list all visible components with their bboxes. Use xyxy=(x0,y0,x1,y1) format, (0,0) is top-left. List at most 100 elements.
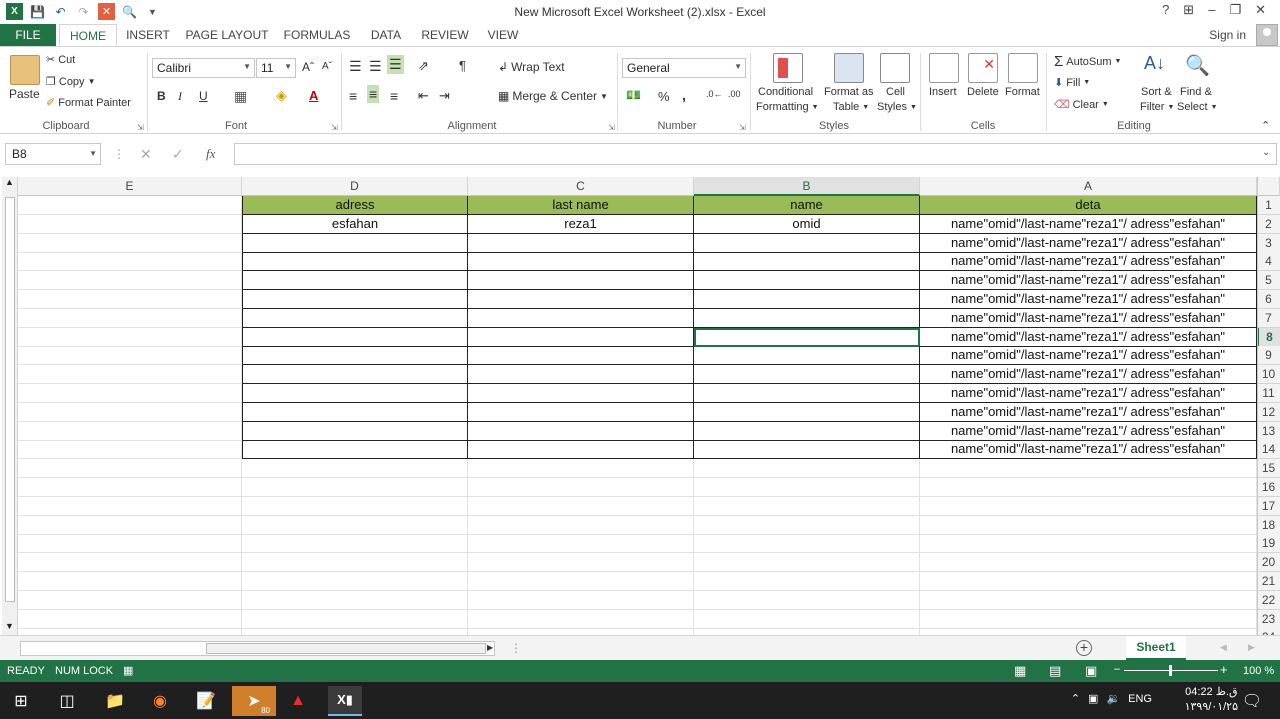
close-button[interactable]: ✕ xyxy=(1255,2,1266,18)
cell-c13[interactable] xyxy=(468,421,694,441)
decrease-indent-icon[interactable]: ⇤ xyxy=(418,88,429,104)
column-header-a[interactable]: A xyxy=(920,177,1257,196)
cell-d22[interactable] xyxy=(242,590,468,610)
help-button[interactable]: ? xyxy=(1162,2,1169,18)
row-header-17[interactable]: 17 xyxy=(1257,496,1280,516)
cell-d1[interactable]: adress xyxy=(242,196,468,215)
row-header-15[interactable]: 15 xyxy=(1257,459,1280,479)
alignment-launcher-icon[interactable]: ⇲ xyxy=(608,123,615,132)
normal-view-icon[interactable]: ▦ xyxy=(1014,663,1026,679)
cell-c3[interactable] xyxy=(468,233,694,253)
cell-d7[interactable] xyxy=(242,308,468,328)
cell-e16[interactable] xyxy=(18,478,242,497)
row-header-7[interactable]: 7 xyxy=(1257,308,1280,328)
cell-c9[interactable] xyxy=(468,346,694,366)
next-sheet-icon[interactable]: ▶ xyxy=(1248,642,1255,653)
clear-button[interactable]: ⌫ Clear ▼ xyxy=(1054,98,1109,112)
cell-e14[interactable] xyxy=(18,440,242,460)
row-header-16[interactable]: 16 xyxy=(1257,478,1280,497)
format-as-table-button[interactable]: Format as xyxy=(824,86,874,98)
ribbon-display-options-button[interactable]: ⊞ xyxy=(1183,2,1194,18)
cell-b2[interactable]: omid xyxy=(694,214,920,234)
cell-c1[interactable]: last name xyxy=(468,196,694,215)
cell-b14[interactable] xyxy=(694,440,920,460)
cell-b4[interactable] xyxy=(694,252,920,272)
cell-d15[interactable] xyxy=(242,459,468,479)
cell-e1[interactable] xyxy=(18,196,242,215)
cell-b8[interactable] xyxy=(694,327,920,347)
cell-c15[interactable] xyxy=(468,459,694,479)
cell-d14[interactable] xyxy=(242,440,468,460)
cell-a7[interactable]: name"omid"/last-name"reza1"/ adress"esfa… xyxy=(920,308,1257,328)
firefox-icon[interactable]: ◉ xyxy=(145,686,175,716)
scroll-up-icon[interactable]: ▲ xyxy=(5,177,14,187)
align-middle-icon[interactable]: ☰ xyxy=(369,58,382,75)
cell-b23[interactable] xyxy=(694,609,920,629)
row-header-22[interactable]: 22 xyxy=(1257,590,1280,610)
find-select-button[interactable]: Find & xyxy=(1180,86,1212,98)
cell-b13[interactable] xyxy=(694,421,920,441)
undo-icon[interactable]: ↶ xyxy=(52,3,69,20)
cell-e18[interactable] xyxy=(18,515,242,535)
cut-button[interactable]: ✂ Cut xyxy=(46,53,75,67)
cell-b18[interactable] xyxy=(694,515,920,535)
cell-d5[interactable] xyxy=(242,271,468,291)
insert-cells-icon[interactable] xyxy=(929,53,959,83)
cell-a11[interactable]: name"omid"/last-name"reza1"/ adress"esfa… xyxy=(920,384,1257,403)
comma-button[interactable]: , xyxy=(682,87,686,103)
cell-e24[interactable] xyxy=(18,628,242,635)
insert-button[interactable]: Insert xyxy=(929,86,957,98)
fill-color-icon[interactable]: ◈ xyxy=(276,87,287,104)
excel-taskbar-icon[interactable]: X▮ xyxy=(328,686,362,716)
scroll-down-icon[interactable]: ▼ xyxy=(5,621,14,631)
tab-page-layout[interactable]: PAGE LAYOUT xyxy=(184,24,270,46)
cell-e4[interactable] xyxy=(18,252,242,272)
cell-b22[interactable] xyxy=(694,590,920,610)
cell-a17[interactable] xyxy=(920,496,1257,516)
formula-bar-options-icon[interactable]: ⋮ xyxy=(113,147,125,161)
column-header-d[interactable]: D xyxy=(242,177,468,196)
number-launcher-icon[interactable]: ⇲ xyxy=(739,123,746,132)
telegram-icon[interactable]: ➤ 80 xyxy=(232,686,276,716)
paste-button[interactable]: Paste xyxy=(9,87,40,101)
increase-decimal-icon[interactable]: .0← xyxy=(706,89,723,99)
cell-e12[interactable] xyxy=(18,402,242,422)
cell-c20[interactable] xyxy=(468,553,694,573)
tab-split-handle[interactable]: ⋮ xyxy=(510,641,522,655)
cell-b16[interactable] xyxy=(694,478,920,497)
enter-icon[interactable]: ✓ xyxy=(172,146,184,163)
cell-e5[interactable] xyxy=(18,271,242,291)
name-box[interactable]: B8 ▼ xyxy=(5,143,101,165)
cell-e11[interactable] xyxy=(18,384,242,403)
column-header-e[interactable]: E xyxy=(18,177,242,196)
row-header-19[interactable]: 19 xyxy=(1257,534,1280,554)
conditional-formatting-button[interactable]: Conditional xyxy=(758,86,813,98)
accounting-format-icon[interactable]: 💵 xyxy=(626,88,641,102)
percent-button[interactable]: % xyxy=(658,89,670,104)
cell-b19[interactable] xyxy=(694,534,920,554)
cell-c14[interactable] xyxy=(468,440,694,460)
action-center-icon[interactable]: 🗨 xyxy=(1237,686,1267,716)
zoom-in-button[interactable]: + xyxy=(1220,662,1228,677)
insert-function-button[interactable]: fx xyxy=(206,146,215,162)
zoom-slider-thumb[interactable] xyxy=(1169,665,1172,676)
cell-d6[interactable] xyxy=(242,290,468,309)
language-indicator[interactable]: ENG xyxy=(1128,693,1152,705)
format-as-table-icon[interactable] xyxy=(834,53,864,83)
clipboard-launcher-icon[interactable]: ⇲ xyxy=(137,123,144,132)
sort-filter-icon[interactable]: A↓ xyxy=(1144,53,1165,74)
wrap-text-button[interactable]: ↲ Wrap Text xyxy=(498,60,565,74)
cell-d12[interactable] xyxy=(242,402,468,422)
volume-icon[interactable]: 🔉 xyxy=(1106,692,1120,705)
tab-view[interactable]: VIEW xyxy=(482,24,524,46)
zoom-out-button[interactable]: – xyxy=(1114,663,1120,675)
tray-chevron-icon[interactable]: ⌃ xyxy=(1071,692,1080,705)
delete-button[interactable]: Delete xyxy=(967,86,999,98)
vertical-scrollbar[interactable]: ▲ ▼ xyxy=(2,177,18,635)
cell-d4[interactable] xyxy=(242,252,468,272)
grow-font-icon[interactable]: Aˆ xyxy=(302,60,314,74)
cell-d20[interactable] xyxy=(242,553,468,573)
cell-e7[interactable] xyxy=(18,308,242,328)
cell-a23[interactable] xyxy=(920,609,1257,629)
page-layout-view-icon[interactable]: ▤ xyxy=(1049,663,1061,679)
